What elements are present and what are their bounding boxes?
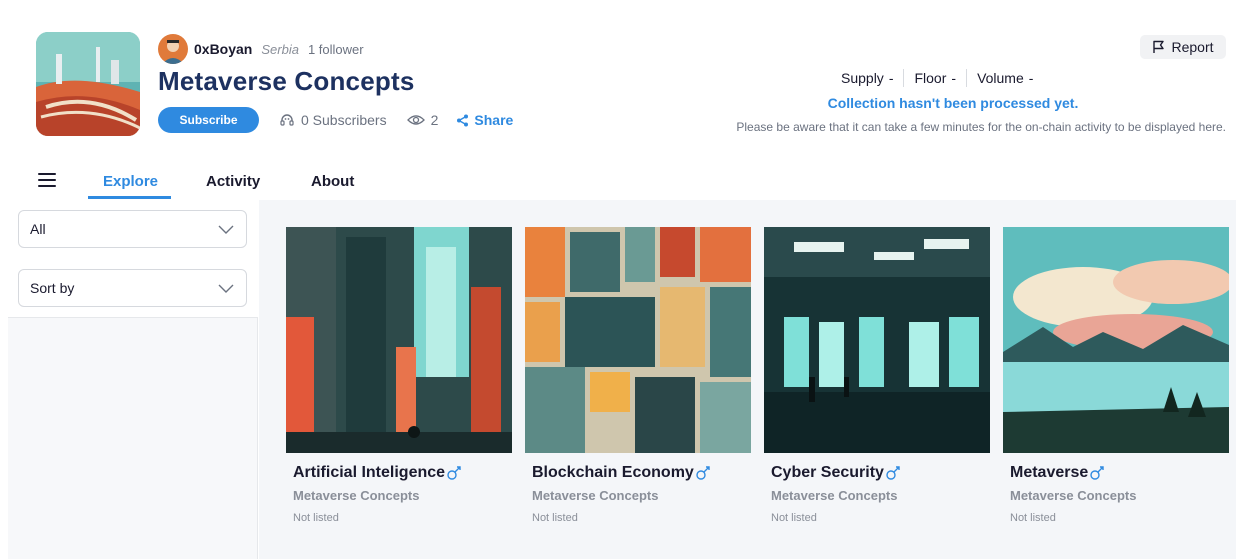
subscribers-label: 0 Subscribers bbox=[301, 112, 387, 128]
onchain-notice: Please be aware that it can take a few m… bbox=[736, 120, 1226, 134]
nft-collection: Metaverse Concepts bbox=[1010, 488, 1137, 503]
link-icon bbox=[447, 466, 461, 480]
sort-select-value: Sort by bbox=[30, 280, 75, 296]
nft-title: Cyber Security bbox=[771, 464, 990, 482]
chevron-down-icon bbox=[218, 225, 234, 234]
chevron-down-icon bbox=[218, 284, 234, 293]
collection-cover-image bbox=[36, 32, 140, 136]
collection-actions: Subscribe 0 Subscribers 2 Share bbox=[158, 107, 513, 133]
nft-title: Metaverse bbox=[1010, 464, 1229, 482]
link-icon bbox=[696, 466, 710, 480]
tab-about[interactable]: About bbox=[311, 173, 354, 190]
link-icon bbox=[886, 466, 900, 480]
tab-bar: Explore Activity About bbox=[0, 160, 1236, 200]
report-label: Report bbox=[1171, 39, 1214, 55]
owner-row: 0xBoyan Serbia 1 follower bbox=[158, 34, 364, 64]
nft-image bbox=[525, 227, 751, 453]
floor-value: - bbox=[951, 70, 957, 86]
processing-text: Collection hasn't been processed yet. bbox=[827, 95, 1079, 111]
volume-label: Volume bbox=[977, 70, 1024, 86]
nft-collection: Metaverse Concepts bbox=[532, 488, 659, 503]
nft-status: Not listed bbox=[771, 512, 817, 524]
nft-status: Not listed bbox=[293, 512, 339, 524]
owner-name[interactable]: 0xBoyan bbox=[194, 41, 252, 57]
owner-country: Serbia bbox=[261, 41, 299, 57]
views-count: 2 bbox=[406, 112, 439, 128]
nft-card[interactable]: Metaverse Metaverse Concepts Not listed bbox=[1003, 227, 1229, 559]
nft-image bbox=[1003, 227, 1229, 453]
filter-panel: All Sort by bbox=[8, 200, 258, 318]
collection-stats: Supply - Floor - Volume - bbox=[841, 68, 1033, 88]
share-label: Share bbox=[474, 112, 514, 128]
views-label: 2 bbox=[430, 112, 439, 128]
nft-card[interactable]: Blockchain Economy Metaverse Concepts No… bbox=[525, 227, 751, 559]
nft-image bbox=[286, 227, 512, 453]
filter-sidebar: All Sort by bbox=[8, 200, 258, 559]
collection-header: 0xBoyan Serbia 1 follower Metaverse Conc… bbox=[0, 0, 1236, 160]
subscribe-button[interactable]: Subscribe bbox=[158, 107, 259, 133]
nft-status: Not listed bbox=[1010, 512, 1056, 524]
report-button[interactable]: Report bbox=[1140, 35, 1226, 59]
nft-grid: Artificial Inteligence Metaverse Concept… bbox=[259, 200, 1236, 559]
nft-image bbox=[764, 227, 990, 453]
eye-icon bbox=[406, 115, 425, 125]
supply-label: Supply bbox=[841, 70, 884, 86]
processing-status: Collection hasn't been processed yet. bbox=[680, 95, 1226, 111]
nft-collection: Metaverse Concepts bbox=[293, 488, 420, 503]
nft-collection: Metaverse Concepts bbox=[771, 488, 898, 503]
supply-value: - bbox=[888, 70, 894, 86]
nft-card[interactable]: Artificial Inteligence Metaverse Concept… bbox=[286, 227, 512, 559]
volume-value: - bbox=[1028, 70, 1034, 86]
category-select[interactable]: All bbox=[18, 210, 247, 248]
share-button[interactable]: Share bbox=[456, 112, 513, 128]
nft-title: Blockchain Economy bbox=[532, 464, 751, 482]
tab-activity[interactable]: Activity bbox=[206, 173, 260, 190]
sort-select[interactable]: Sort by bbox=[18, 269, 247, 307]
owner-followers: 1 follower bbox=[307, 41, 364, 57]
headset-icon bbox=[280, 114, 294, 126]
stats-divider bbox=[903, 69, 905, 87]
nft-card[interactable]: Cyber Security Metaverse Concepts Not li… bbox=[764, 227, 990, 559]
stats-divider bbox=[966, 69, 968, 87]
flag-icon bbox=[1153, 40, 1165, 53]
link-icon bbox=[1090, 466, 1104, 480]
subscribers-count: 0 Subscribers bbox=[279, 112, 387, 128]
active-tab-indicator bbox=[88, 196, 171, 199]
tab-explore[interactable]: Explore bbox=[103, 173, 158, 190]
nft-title: Artificial Inteligence bbox=[293, 464, 512, 482]
hamburger-icon[interactable] bbox=[38, 173, 56, 187]
collection-title: Metaverse Concepts bbox=[158, 66, 415, 96]
nft-status: Not listed bbox=[532, 512, 578, 524]
owner-avatar[interactable] bbox=[158, 34, 188, 64]
floor-label: Floor bbox=[914, 70, 947, 86]
share-icon bbox=[457, 114, 469, 126]
category-select-value: All bbox=[30, 221, 46, 237]
